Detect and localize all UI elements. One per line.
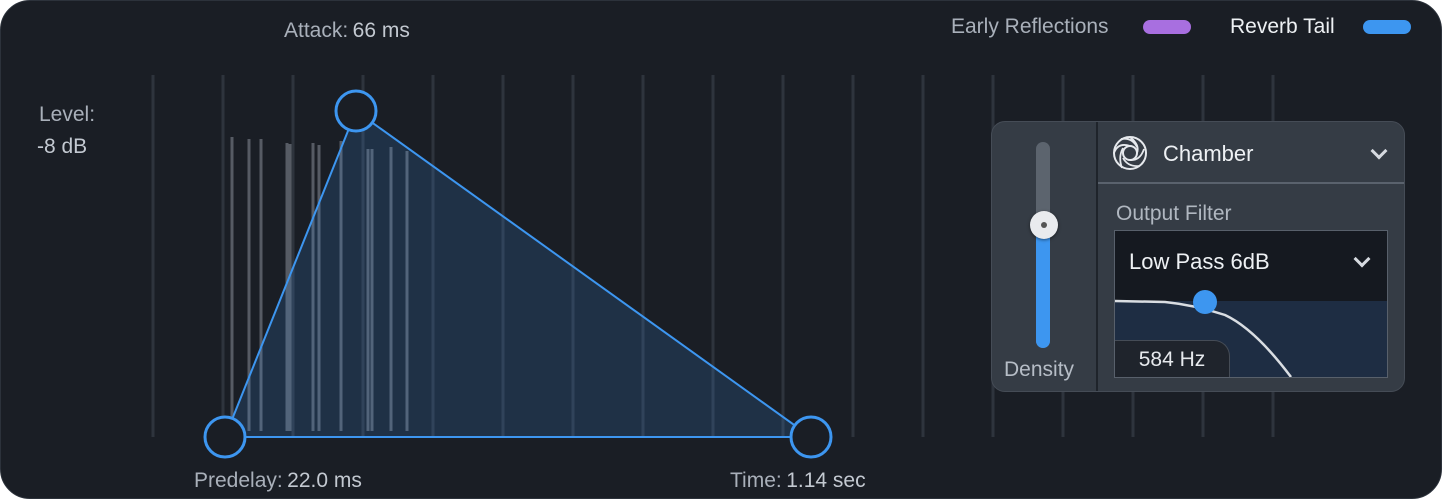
density-slider[interactable] <box>1036 142 1050 348</box>
settings-panel: Density Chamber Output Filter Low Pass 6… <box>991 121 1405 392</box>
predelay-readout: Predelay: 22.0 ms <box>194 469 362 493</box>
level-value: -8 dB <box>37 135 88 158</box>
reverb-panel: Early Reflections Reverb Tail Attack: 66… <box>0 0 1442 499</box>
header-divider <box>1098 182 1404 184</box>
level-label: Level: <box>39 103 96 126</box>
output-filter-box: Low Pass 6dB 584 Hz <box>1114 230 1388 378</box>
frequency-readout[interactable]: 584 Hz <box>1115 340 1230 377</box>
time-label: Time: <box>730 469 782 492</box>
reverb-tail-label[interactable]: Reverb Tail <box>1230 15 1335 39</box>
attack-value: 66 ms <box>352 19 410 42</box>
early-reflections-swatch[interactable] <box>1143 20 1191 34</box>
attack-handle[interactable] <box>334 89 378 133</box>
time-readout: Time: 1.14 sec <box>730 469 866 493</box>
reverb-tail-swatch[interactable] <box>1363 20 1411 34</box>
predelay-handle[interactable] <box>203 415 247 459</box>
predelay-label: Predelay: <box>194 469 283 492</box>
density-label: Density <box>1004 358 1075 381</box>
output-filter-label: Output Filter <box>1116 202 1232 225</box>
time-handle[interactable] <box>789 415 833 459</box>
predelay-value: 22.0 ms <box>287 469 362 492</box>
cutoff-handle[interactable] <box>1193 290 1217 314</box>
aperture-icon <box>1113 136 1147 170</box>
chevron-down-icon <box>1370 142 1388 160</box>
room-type-dropdown[interactable]: Chamber <box>1098 122 1406 182</box>
attack-label: Attack: <box>284 19 349 42</box>
room-type-value: Chamber <box>1163 141 1254 166</box>
attack-readout: Attack: 66 ms <box>284 19 410 43</box>
density-thumb[interactable] <box>1030 211 1058 239</box>
time-value: 1.14 sec <box>786 469 866 492</box>
early-reflections-label[interactable]: Early Reflections <box>951 15 1109 39</box>
